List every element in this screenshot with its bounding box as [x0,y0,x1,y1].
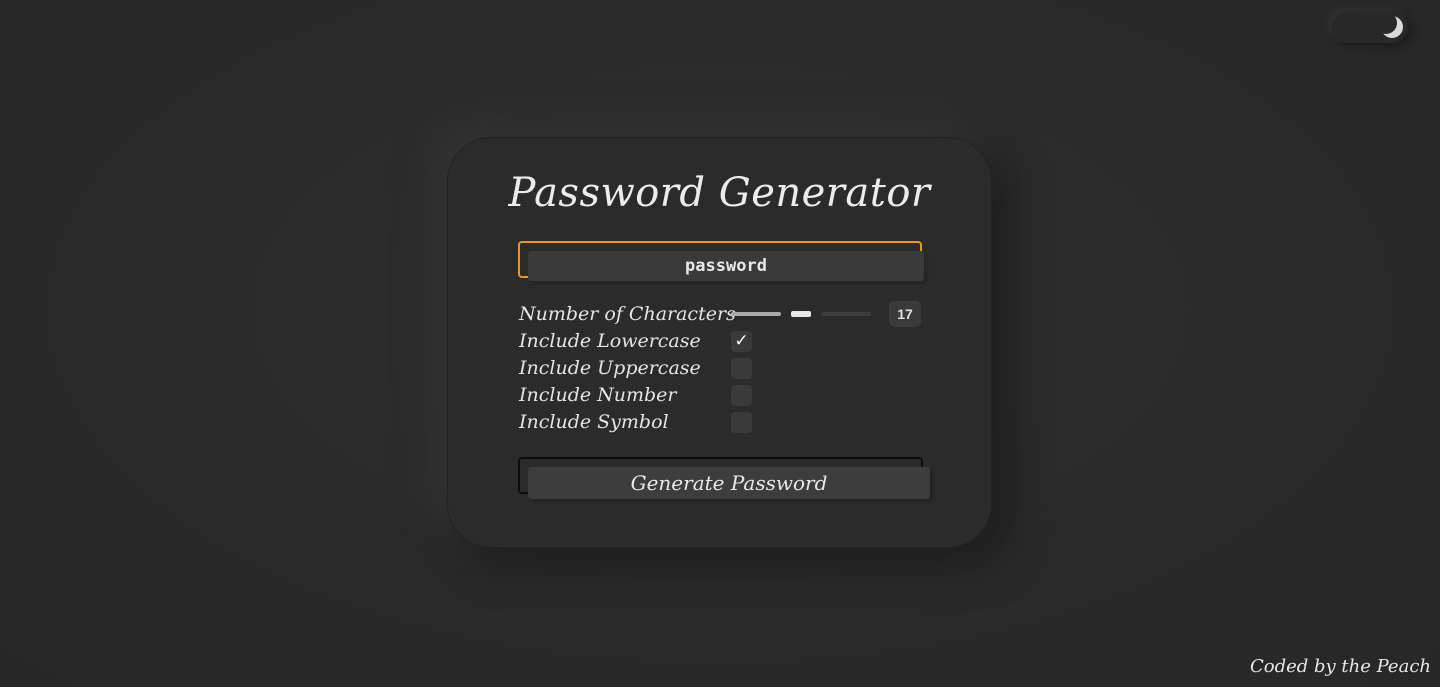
lowercase-label: Include Lowercase [519,330,701,352]
uppercase-checkbox[interactable] [731,358,752,379]
number-option: Include Number [519,382,929,409]
theme-toggle[interactable] [1332,11,1408,43]
length-label: Number of Characters [519,303,736,325]
symbol-option: Include Symbol [519,409,929,436]
footer-credit: Coded by the Peach [1249,656,1431,677]
password-generator-card: Password Generator password Number of Ch… [447,137,992,548]
options-list: Number of Characters 17 Include Lowercas… [519,301,929,436]
generate-button-frame: Generate Password [518,457,930,499]
length-option: Number of Characters 17 [519,301,929,328]
symbol-label: Include Symbol [519,411,669,433]
password-output-frame: password [518,241,924,281]
length-value-badge: 17 [889,301,921,327]
lowercase-checkbox[interactable]: ✓ [731,331,752,352]
length-slider[interactable] [731,311,871,317]
number-checkbox[interactable] [731,385,752,406]
symbol-checkbox[interactable] [731,412,752,433]
number-label: Include Number [519,384,677,406]
slider-track-filled [731,312,781,316]
lowercase-option: Include Lowercase ✓ [519,328,929,355]
generate-password-button[interactable]: Generate Password [528,467,930,499]
page: Password Generator password Number of Ch… [0,0,1440,687]
slider-track-empty [821,312,871,316]
password-output[interactable]: password [528,251,924,281]
uppercase-label: Include Uppercase [519,357,701,379]
moon-icon [1375,12,1404,39]
slider-thumb[interactable] [791,311,811,317]
page-title: Password Generator [508,170,931,216]
uppercase-option: Include Uppercase [519,355,929,382]
